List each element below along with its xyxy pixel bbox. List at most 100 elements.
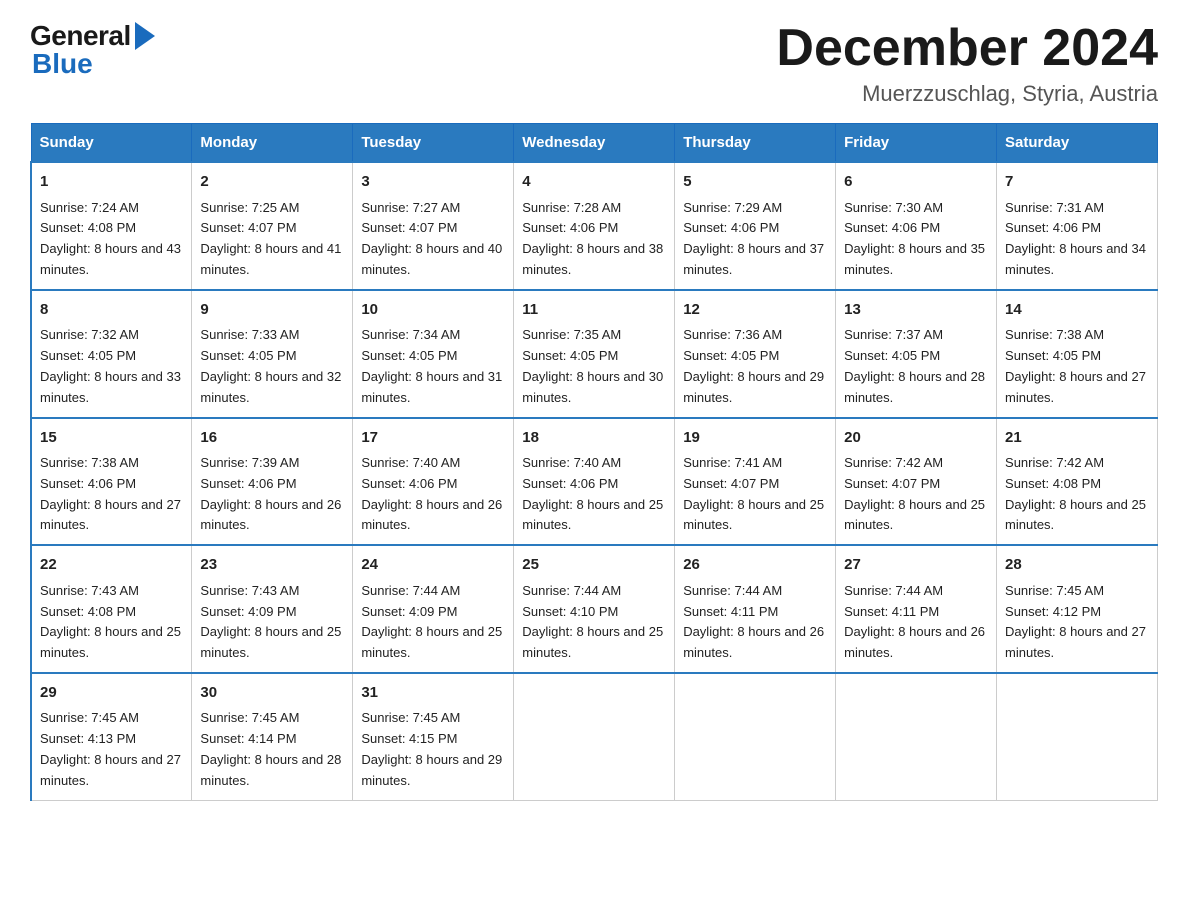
day-info: Sunrise: 7:43 AMSunset: 4:08 PMDaylight:… (40, 581, 183, 664)
calendar-cell: 1Sunrise: 7:24 AMSunset: 4:08 PMDaylight… (31, 162, 192, 290)
calendar-cell: 14 Sunrise: 7:38 AMSunset: 4:05 PMDayligh… (997, 290, 1158, 418)
calendar-cell: 6 Sunrise: 7:30 AMSunset: 4:06 PMDaylight… (836, 162, 997, 290)
calendar-cell: 24Sunrise: 7:44 AMSunset: 4:09 PMDayligh… (353, 545, 514, 673)
day-number: 4 (522, 171, 666, 194)
day-number: 11 (522, 299, 666, 322)
day-number: 29 (40, 682, 183, 705)
calendar-cell: 25 Sunrise: 7:44 AMSunset: 4:10 PMDayligh… (514, 545, 675, 673)
day-number: 26 (683, 554, 827, 577)
calendar-week-row: 29 Sunrise: 7:45 AMSunset: 4:13 PMDayligh… (31, 673, 1158, 800)
day-info: Sunrise: 7:45 AMSunset: 4:12 PMDaylight:… (1005, 581, 1149, 664)
calendar-week-row: 22 Sunrise: 7:43 AMSunset: 4:08 PMDayligh… (31, 545, 1158, 673)
day-number: 22 (40, 554, 183, 577)
logo-general-text: General (30, 20, 131, 51)
day-number: 21 (1005, 427, 1149, 450)
day-info: Sunrise: 7:37 AMSunset: 4:05 PMDaylight:… (844, 325, 988, 408)
calendar-cell: 10 Sunrise: 7:34 AMSunset: 4:05 PMDayligh… (353, 290, 514, 418)
page-subtitle: Muerzzuschlag, Styria, Austria (776, 81, 1158, 107)
day-number: 15 (40, 427, 183, 450)
day-info: Sunrise: 7:31 AMSunset: 4:06 PMDaylight:… (1005, 198, 1149, 281)
day-number: 3 (361, 171, 505, 194)
day-info: Sunrise: 7:44 AMSunset: 4:10 PMDaylight:… (522, 581, 666, 664)
weekday-header-wednesday: Wednesday (514, 124, 675, 163)
calendar-table: SundayMondayTuesdayWednesdayThursdayFrid… (30, 123, 1158, 800)
weekday-header-thursday: Thursday (675, 124, 836, 163)
day-number: 23 (200, 554, 344, 577)
calendar-cell: 18Sunrise: 7:40 AMSunset: 4:06 PMDayligh… (514, 418, 675, 546)
day-number: 5 (683, 171, 827, 194)
calendar-week-row: 15 Sunrise: 7:38 AMSunset: 4:06 PMDayligh… (31, 418, 1158, 546)
calendar-cell: 3Sunrise: 7:27 AMSunset: 4:07 PMDaylight… (353, 162, 514, 290)
calendar-cell: 9 Sunrise: 7:33 AMSunset: 4:05 PMDaylight… (192, 290, 353, 418)
day-info: Sunrise: 7:44 AMSunset: 4:09 PMDaylight:… (361, 581, 505, 664)
calendar-cell: 13 Sunrise: 7:37 AMSunset: 4:05 PMDayligh… (836, 290, 997, 418)
calendar-cell: 27Sunrise: 7:44 AMSunset: 4:11 PMDayligh… (836, 545, 997, 673)
day-number: 30 (200, 682, 344, 705)
calendar-cell (836, 673, 997, 800)
day-info: Sunrise: 7:44 AMSunset: 4:11 PMDaylight:… (683, 581, 827, 664)
calendar-cell: 22 Sunrise: 7:43 AMSunset: 4:08 PMDayligh… (31, 545, 192, 673)
calendar-week-row: 1Sunrise: 7:24 AMSunset: 4:08 PMDaylight… (31, 162, 1158, 290)
page-header: General Blue December 2024 Muerzzuschlag… (30, 20, 1158, 107)
day-number: 25 (522, 554, 666, 577)
day-number: 14 (1005, 299, 1149, 322)
day-info: Sunrise: 7:35 AMSunset: 4:05 PMDaylight:… (522, 325, 666, 408)
day-info: Sunrise: 7:28 AMSunset: 4:06 PMDaylight:… (522, 198, 666, 281)
calendar-cell: 20Sunrise: 7:42 AMSunset: 4:07 PMDayligh… (836, 418, 997, 546)
day-info: Sunrise: 7:34 AMSunset: 4:05 PMDaylight:… (361, 325, 505, 408)
calendar-cell: 8 Sunrise: 7:32 AMSunset: 4:05 PMDaylight… (31, 290, 192, 418)
day-number: 17 (361, 427, 505, 450)
day-number: 7 (1005, 171, 1149, 194)
day-number: 8 (40, 299, 183, 322)
day-number: 27 (844, 554, 988, 577)
title-block: December 2024 Muerzzuschlag, Styria, Aus… (776, 20, 1158, 107)
weekday-header-saturday: Saturday (997, 124, 1158, 163)
calendar-cell (675, 673, 836, 800)
day-info: Sunrise: 7:40 AMSunset: 4:06 PMDaylight:… (361, 453, 505, 536)
calendar-cell: 7 Sunrise: 7:31 AMSunset: 4:06 PMDaylight… (997, 162, 1158, 290)
day-number: 20 (844, 427, 988, 450)
day-info: Sunrise: 7:45 AMSunset: 4:13 PMDaylight:… (40, 708, 183, 791)
weekday-header-monday: Monday (192, 124, 353, 163)
calendar-cell (997, 673, 1158, 800)
day-number: 6 (844, 171, 988, 194)
day-info: Sunrise: 7:38 AMSunset: 4:06 PMDaylight:… (40, 453, 183, 536)
day-info: Sunrise: 7:25 AMSunset: 4:07 PMDaylight:… (200, 198, 344, 281)
calendar-cell: 21 Sunrise: 7:42 AMSunset: 4:08 PMDayligh… (997, 418, 1158, 546)
weekday-header-row: SundayMondayTuesdayWednesdayThursdayFrid… (31, 124, 1158, 163)
day-info: Sunrise: 7:30 AMSunset: 4:06 PMDaylight:… (844, 198, 988, 281)
day-info: Sunrise: 7:32 AMSunset: 4:05 PMDaylight:… (40, 325, 183, 408)
calendar-cell: 29 Sunrise: 7:45 AMSunset: 4:13 PMDayligh… (31, 673, 192, 800)
day-number: 9 (200, 299, 344, 322)
day-info: Sunrise: 7:38 AMSunset: 4:05 PMDaylight:… (1005, 325, 1149, 408)
calendar-cell: 17 Sunrise: 7:40 AMSunset: 4:06 PMDayligh… (353, 418, 514, 546)
day-number: 13 (844, 299, 988, 322)
calendar-cell: 19Sunrise: 7:41 AMSunset: 4:07 PMDayligh… (675, 418, 836, 546)
day-number: 12 (683, 299, 827, 322)
weekday-header-friday: Friday (836, 124, 997, 163)
weekday-header-sunday: Sunday (31, 124, 192, 163)
day-info: Sunrise: 7:36 AMSunset: 4:05 PMDaylight:… (683, 325, 827, 408)
calendar-cell: 4 Sunrise: 7:28 AMSunset: 4:06 PMDaylight… (514, 162, 675, 290)
day-info: Sunrise: 7:42 AMSunset: 4:08 PMDaylight:… (1005, 453, 1149, 536)
day-info: Sunrise: 7:24 AMSunset: 4:08 PMDaylight:… (40, 198, 183, 281)
calendar-cell: 11 Sunrise: 7:35 AMSunset: 4:05 PMDayligh… (514, 290, 675, 418)
day-info: Sunrise: 7:45 AMSunset: 4:15 PMDaylight:… (361, 708, 505, 791)
day-info: Sunrise: 7:43 AMSunset: 4:09 PMDaylight:… (200, 581, 344, 664)
logo: General Blue (30, 20, 155, 80)
calendar-cell: 15 Sunrise: 7:38 AMSunset: 4:06 PMDayligh… (31, 418, 192, 546)
calendar-cell: 5Sunrise: 7:29 AMSunset: 4:06 PMDaylight… (675, 162, 836, 290)
weekday-header-tuesday: Tuesday (353, 124, 514, 163)
day-number: 31 (361, 682, 505, 705)
calendar-cell: 16Sunrise: 7:39 AMSunset: 4:06 PMDayligh… (192, 418, 353, 546)
logo-blue-text: Blue (32, 48, 93, 80)
calendar-cell: 30Sunrise: 7:45 AMSunset: 4:14 PMDayligh… (192, 673, 353, 800)
calendar-cell: 2Sunrise: 7:25 AMSunset: 4:07 PMDaylight… (192, 162, 353, 290)
day-info: Sunrise: 7:33 AMSunset: 4:05 PMDaylight:… (200, 325, 344, 408)
page-title: December 2024 (776, 20, 1158, 77)
calendar-cell: 31 Sunrise: 7:45 AMSunset: 4:15 PMDayligh… (353, 673, 514, 800)
day-number: 16 (200, 427, 344, 450)
calendar-cell: 23 Sunrise: 7:43 AMSunset: 4:09 PMDayligh… (192, 545, 353, 673)
day-number: 10 (361, 299, 505, 322)
logo-arrow-icon (135, 22, 155, 50)
